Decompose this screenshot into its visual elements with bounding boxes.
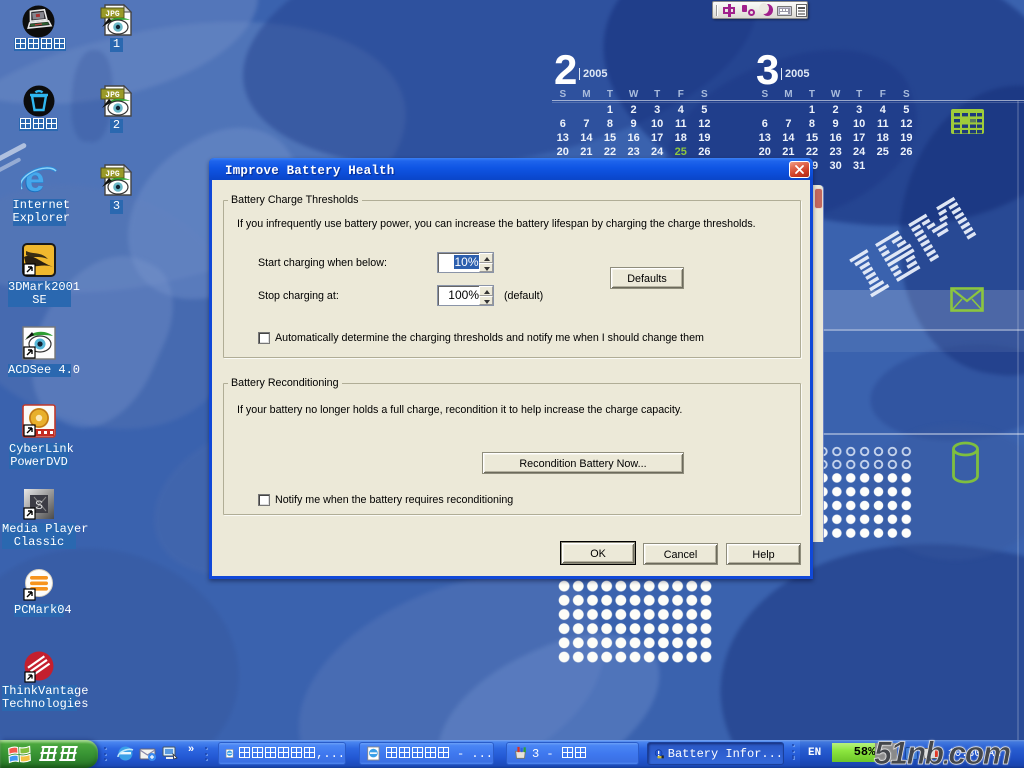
svg-text:JPG: JPG bbox=[105, 91, 120, 100]
svg-text:S: S bbox=[35, 498, 43, 512]
svg-text:JPG: JPG bbox=[105, 10, 120, 19]
svg-text:JPG: JPG bbox=[105, 170, 120, 179]
